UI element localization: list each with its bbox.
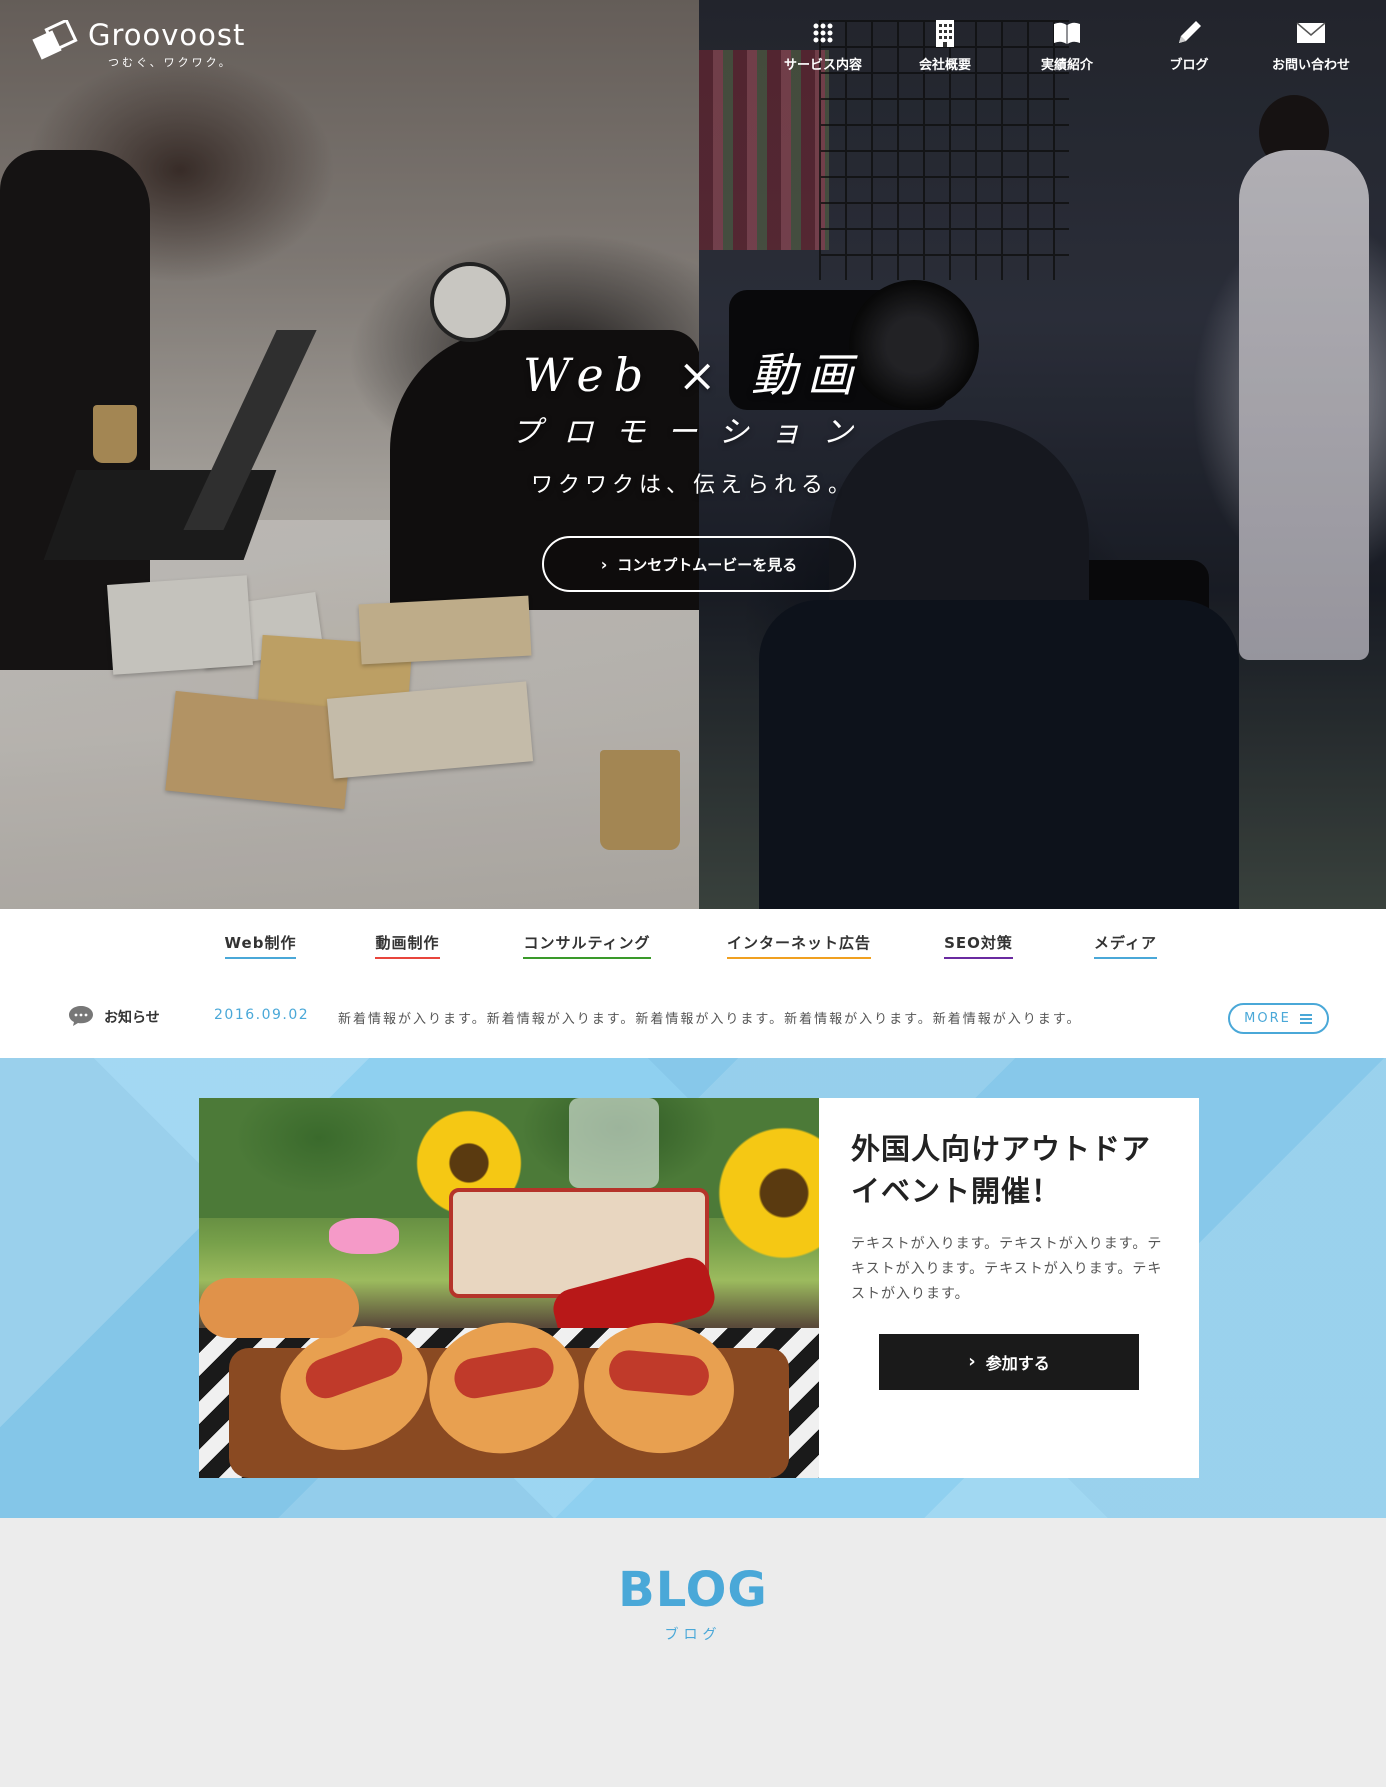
service-link-label: Web制作 xyxy=(224,932,297,959)
logo[interactable]: Groovoost つむぐ、ワクワク。 xyxy=(30,18,246,70)
speech-bubble-icon xyxy=(69,1006,93,1026)
service-link-label: メディア xyxy=(1094,932,1157,959)
mail-icon xyxy=(1296,22,1326,43)
news-more-button[interactable]: MORE xyxy=(1228,1003,1329,1034)
service-link-seo[interactable]: SEO対策 xyxy=(905,909,1052,959)
concept-movie-button[interactable]: › コンセプトムービーを見る xyxy=(542,536,856,592)
event-description: テキストが入ります。テキストが入ります。テキストが入ります。テキストが入ります。… xyxy=(851,1236,1163,1303)
news-date: 2016.09.02 xyxy=(214,1007,310,1023)
nav-label: 会社概要 xyxy=(918,58,971,73)
service-link-web[interactable]: Web制作 xyxy=(187,909,334,959)
nav-item-contact[interactable]: お問い合わせ xyxy=(1250,18,1372,73)
service-link-ads[interactable]: インターネット広告 xyxy=(693,909,905,959)
event-body: 外国人向けアウトドアイベント開催！ テキストが入ります。テキストが入ります。テキ… xyxy=(819,1098,1199,1478)
nav-label: サービス内容 xyxy=(783,58,862,73)
service-link-label: インターネット広告 xyxy=(726,932,871,959)
chevron-right-icon: › xyxy=(600,554,608,574)
grid-icon xyxy=(813,23,833,43)
nav-item-company[interactable]: 会社概要 xyxy=(884,18,1006,73)
main-nav: サービス内容 会社概要 実績紹介 ブログ お問い合わせ xyxy=(762,18,1372,73)
event-card: 外国人向けアウトドアイベント開催！ テキストが入ります。テキストが入ります。テキ… xyxy=(199,1098,1199,1478)
blog-subtitle: ブログ xyxy=(664,1627,722,1643)
join-button-label: 参加する xyxy=(985,1353,1050,1373)
service-link-video[interactable]: 動画制作 xyxy=(334,909,481,959)
pencil-icon xyxy=(1179,21,1201,43)
logo-icon xyxy=(32,20,78,60)
nav-label: ブログ xyxy=(1169,58,1209,73)
logo-tagline: つむぐ、ワクワク。 xyxy=(108,55,233,69)
building-icon xyxy=(936,20,954,47)
service-link-media[interactable]: メディア xyxy=(1052,909,1199,959)
menu-lines-icon xyxy=(1299,1013,1312,1024)
news-text[interactable]: 新着情報が入ります。新着情報が入ります。新着情報が入ります。新着情報が入ります。… xyxy=(338,1008,1098,1027)
service-link-label: コンサルティング xyxy=(523,932,651,959)
nav-item-blog[interactable]: ブログ xyxy=(1128,18,1250,73)
blog-title: BLOG xyxy=(618,1562,768,1618)
event-section: 外国人向けアウトドアイベント開催！ テキストが入ります。テキストが入ります。テキ… xyxy=(0,1058,1386,1518)
event-photo xyxy=(199,1098,819,1478)
event-title: 外国人向けアウトドアイベント開催！ xyxy=(851,1132,1152,1209)
nav-label: 実績紹介 xyxy=(1040,58,1093,73)
service-link-label: 動画制作 xyxy=(375,932,440,959)
chevron-right-icon: › xyxy=(968,1351,976,1373)
logo-name: Groovoost xyxy=(88,18,246,52)
hero-subtitle: ワクワクは、伝えられる。 xyxy=(530,472,855,498)
book-icon xyxy=(1054,22,1080,44)
nav-label: お問い合わせ xyxy=(1271,58,1350,73)
nav-item-services[interactable]: サービス内容 xyxy=(762,18,884,73)
hero-title: Web × 動画 xyxy=(523,348,863,402)
service-nav: Web制作 動画制作 コンサルティング インターネット広告 SEO対策 メディア xyxy=(0,909,1386,979)
service-link-consulting[interactable]: コンサルティング xyxy=(481,909,693,959)
hero-title-2: プロモーション xyxy=(511,414,875,450)
blog-section: BLOG ブログ xyxy=(0,1518,1386,1787)
concept-movie-button-label: コンセプトムービーを見る xyxy=(617,555,798,574)
news-label: お知らせ xyxy=(104,1010,160,1026)
nav-item-works[interactable]: 実績紹介 xyxy=(1006,18,1128,73)
service-link-label: SEO対策 xyxy=(944,932,1013,959)
hero-section: Groovoost つむぐ、ワクワク。 サービス内容 会社概要 実績紹介 ブログ… xyxy=(0,0,1386,909)
news-more-label: MORE xyxy=(1244,1011,1291,1026)
hero-copy: Web × 動画 プロモーション ワクワクは、伝えられる。 xyxy=(0,350,1386,499)
join-button[interactable]: › 参加する xyxy=(879,1333,1139,1390)
news-bar: お知らせ 2016.09.02 新着情報が入ります。新着情報が入ります。新着情報… xyxy=(0,979,1386,1058)
